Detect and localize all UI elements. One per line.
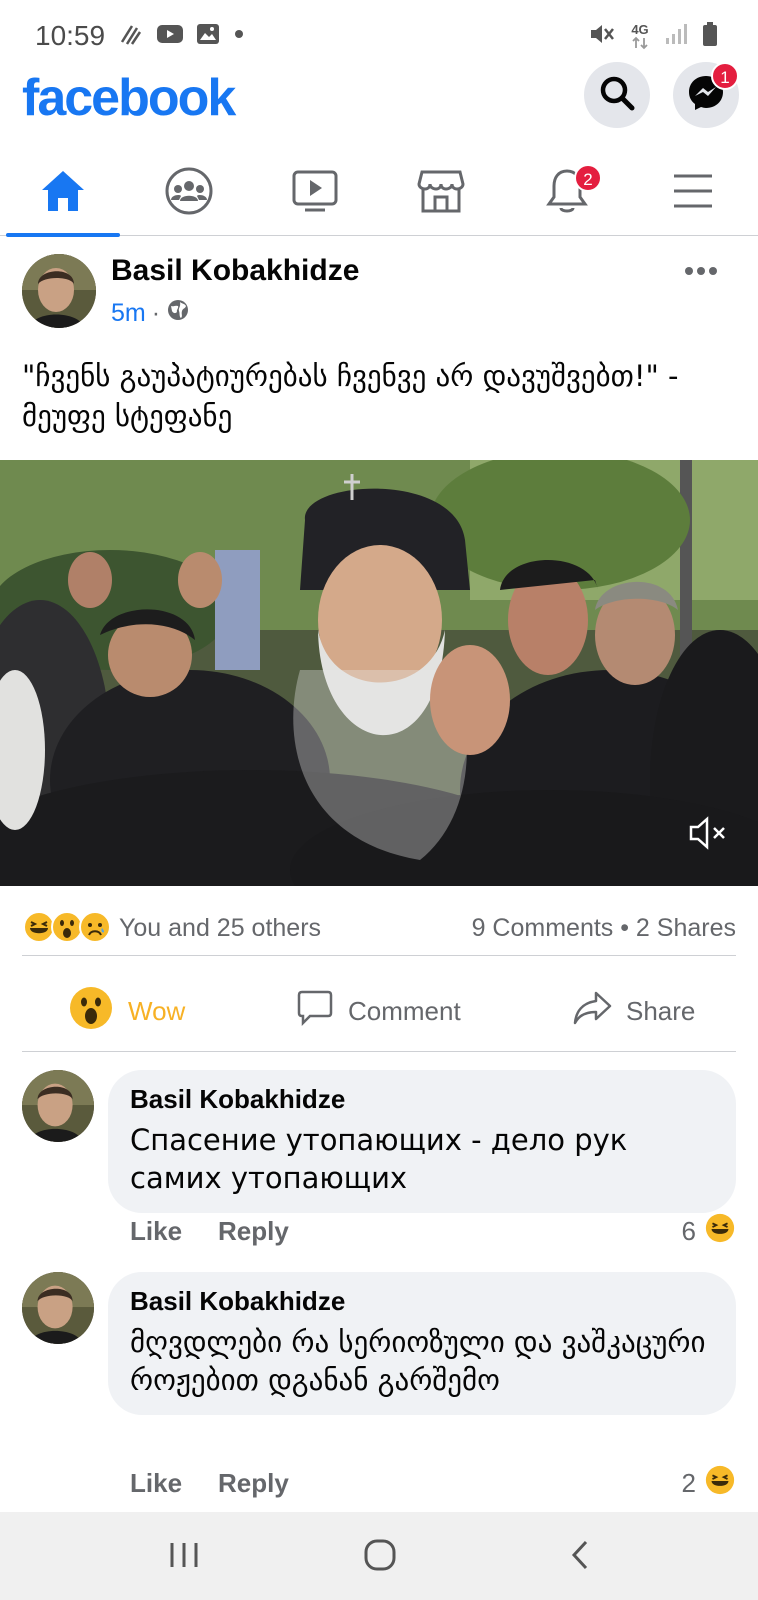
comment-button[interactable]: Comment xyxy=(296,970,461,1052)
messenger-badge: 1 xyxy=(711,62,739,90)
tab-groups[interactable] xyxy=(126,150,252,236)
wow-icon xyxy=(68,985,114,1038)
comment-author-name[interactable]: Basil Kobakhidze xyxy=(130,1084,714,1115)
status-bar: 10:59 4G xyxy=(0,0,758,70)
comment-actions: Like Reply xyxy=(130,1216,289,1247)
video-icon xyxy=(291,169,339,218)
facebook-logo[interactable]: facebook xyxy=(22,68,236,128)
back-nav-button[interactable] xyxy=(550,1532,610,1582)
share-icon xyxy=(572,990,612,1033)
more-options-icon xyxy=(684,250,718,283)
post-meta: 5m · xyxy=(111,298,190,329)
comment-like-button[interactable]: Like xyxy=(130,1468,182,1499)
reaction-emojis[interactable] xyxy=(22,910,111,949)
comment-text: მღვდლები რა სერიოზული და ვაშკაცური როჟებ… xyxy=(130,1325,706,1397)
wow-label: Wow xyxy=(128,995,186,1026)
gallery-icon xyxy=(196,23,220,50)
signal-icon xyxy=(664,22,688,51)
meta-separator: · xyxy=(151,299,161,327)
marketplace-icon xyxy=(417,168,465,219)
comment-reply-button[interactable]: Reply xyxy=(218,1468,289,1499)
tab-home[interactable] xyxy=(0,150,126,237)
video-frame xyxy=(0,460,758,886)
comment-label: Comment xyxy=(348,995,461,1026)
post-more-button[interactable] xyxy=(684,250,718,284)
post-author-name[interactable]: Basil Kobakhidze xyxy=(111,254,359,288)
reactions-row: You and 25 others 9 Comments • 2 Shares xyxy=(22,906,736,956)
messenger-button[interactable]: 1 xyxy=(673,62,739,128)
comment-bubble[interactable]: Basil Kobakhidze მღვდლები რა სერიოზული დ… xyxy=(108,1272,736,1415)
status-time: 10:59 xyxy=(35,20,106,51)
comment-author-avatar[interactable] xyxy=(22,1070,94,1142)
reactions-summary[interactable]: You and 25 others xyxy=(119,914,321,943)
search-button[interactable] xyxy=(584,62,650,128)
network-4g-icon: 4G xyxy=(630,21,650,50)
comments-shares-count[interactable]: 9 Comments • 2 Shares xyxy=(472,914,736,943)
tab-marketplace[interactable] xyxy=(378,150,504,236)
post-author-avatar[interactable] xyxy=(22,254,96,328)
post-actions: Wow Comment Share xyxy=(22,970,736,1052)
post-time[interactable]: 5m xyxy=(111,299,146,328)
recent-apps-icon xyxy=(167,1540,201,1575)
comment-reaction-count: 2 xyxy=(681,1468,696,1498)
comment-bubble[interactable]: Basil Kobakhidze Спасение утопающих - де… xyxy=(108,1070,736,1213)
comment-actions: Like Reply xyxy=(130,1468,289,1499)
dot-icon xyxy=(232,27,246,46)
comment-reactions[interactable]: 6 xyxy=(682,1212,736,1251)
share-button[interactable]: Share xyxy=(572,970,695,1052)
search-icon xyxy=(598,74,636,117)
comment-text: Спасение утопающих - дело рук самих утоп… xyxy=(130,1123,628,1195)
system-nav-bar xyxy=(0,1512,758,1600)
youtube-icon xyxy=(156,23,184,50)
recent-apps-button[interactable] xyxy=(154,1532,214,1582)
video-mute-button[interactable] xyxy=(688,815,728,856)
notifications-badge: 2 xyxy=(574,164,602,192)
home-icon xyxy=(39,168,87,219)
battery-icon xyxy=(702,21,718,52)
status-icons-right: 4G xyxy=(588,20,718,53)
wow-reaction-button[interactable]: Wow xyxy=(68,970,185,1052)
back-chevron-icon xyxy=(568,1539,592,1576)
tab-notifications[interactable]: 2 xyxy=(504,150,630,236)
comment-reply-button[interactable]: Reply xyxy=(218,1216,289,1247)
comment-reactions[interactable]: 2 xyxy=(682,1464,736,1503)
comment-icon xyxy=(296,989,334,1034)
hamburger-icon xyxy=(672,173,714,214)
comment-reaction-count: 6 xyxy=(681,1216,696,1246)
tab-watch[interactable] xyxy=(252,150,378,236)
mute-icon xyxy=(588,20,616,53)
home-nav-button[interactable] xyxy=(350,1532,410,1582)
post-header: Basil Kobakhidze 5m · xyxy=(0,236,758,346)
home-circle-icon xyxy=(363,1538,397,1577)
tab-menu[interactable] xyxy=(630,150,756,236)
tab-bar: 2 xyxy=(0,150,758,237)
comment-author-avatar[interactable] xyxy=(22,1272,94,1344)
groups-icon xyxy=(164,166,214,221)
volume-muted-icon xyxy=(688,816,728,855)
sad-reaction-icon xyxy=(78,910,112,949)
network-label: 4G xyxy=(631,21,649,37)
facebook-app-screen: 10:59 4G facebook 1 2 Basil Kobakhidze 5… xyxy=(0,0,758,1600)
wifi-calling-icon xyxy=(118,22,144,51)
app-header: facebook 1 xyxy=(0,62,758,134)
haha-reaction-icon xyxy=(704,1212,736,1251)
comment-like-button[interactable]: Like xyxy=(130,1216,182,1247)
post-text: "ჩვენს გაუპატიურებას ჩვენვე არ დავუშვებთ… xyxy=(22,359,679,433)
share-label: Share xyxy=(626,995,696,1026)
post-video[interactable] xyxy=(0,460,758,886)
status-icons-left xyxy=(118,22,246,51)
globe-icon xyxy=(166,298,190,329)
comment-author-name[interactable]: Basil Kobakhidze xyxy=(130,1286,714,1317)
haha-reaction-icon xyxy=(704,1464,736,1503)
